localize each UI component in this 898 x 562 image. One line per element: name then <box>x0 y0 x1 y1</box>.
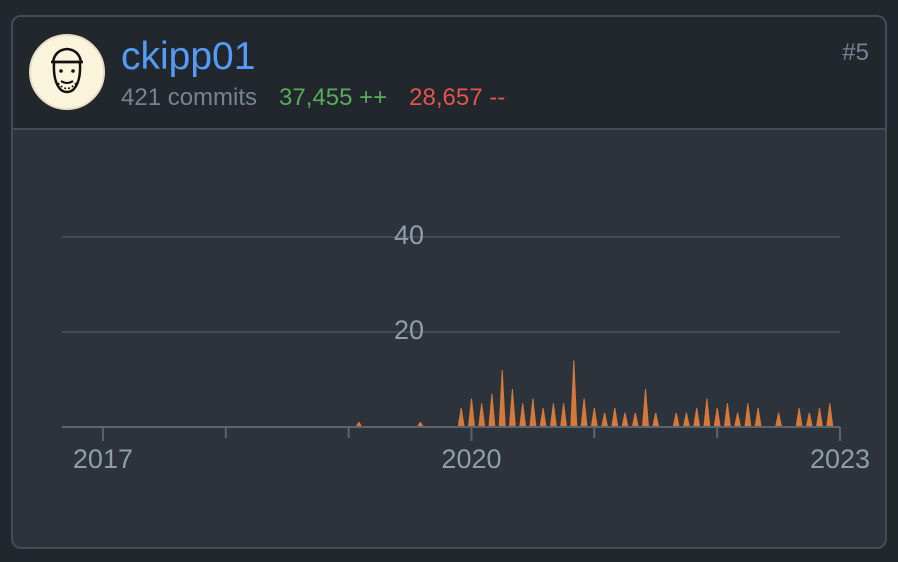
y-tick-label: 20 <box>394 315 424 345</box>
contributor-card: ckipp01 421 commits 37,455 ++ 28,657 -- #5… <box>11 15 887 549</box>
x-tick-label: 2020 <box>441 444 501 474</box>
x-tick-label: 2023 <box>810 444 870 474</box>
x-tick-label: 2017 <box>73 444 133 474</box>
y-tick-label: 40 <box>394 220 424 250</box>
contribution-chart: 2017 2020 2023 2040 <box>62 220 870 474</box>
y-axis-labels: 2040 <box>394 220 424 345</box>
x-axis: 2017 2020 2023 <box>62 426 870 474</box>
chart-grid <box>62 236 840 333</box>
commits-area-series <box>62 360 840 428</box>
